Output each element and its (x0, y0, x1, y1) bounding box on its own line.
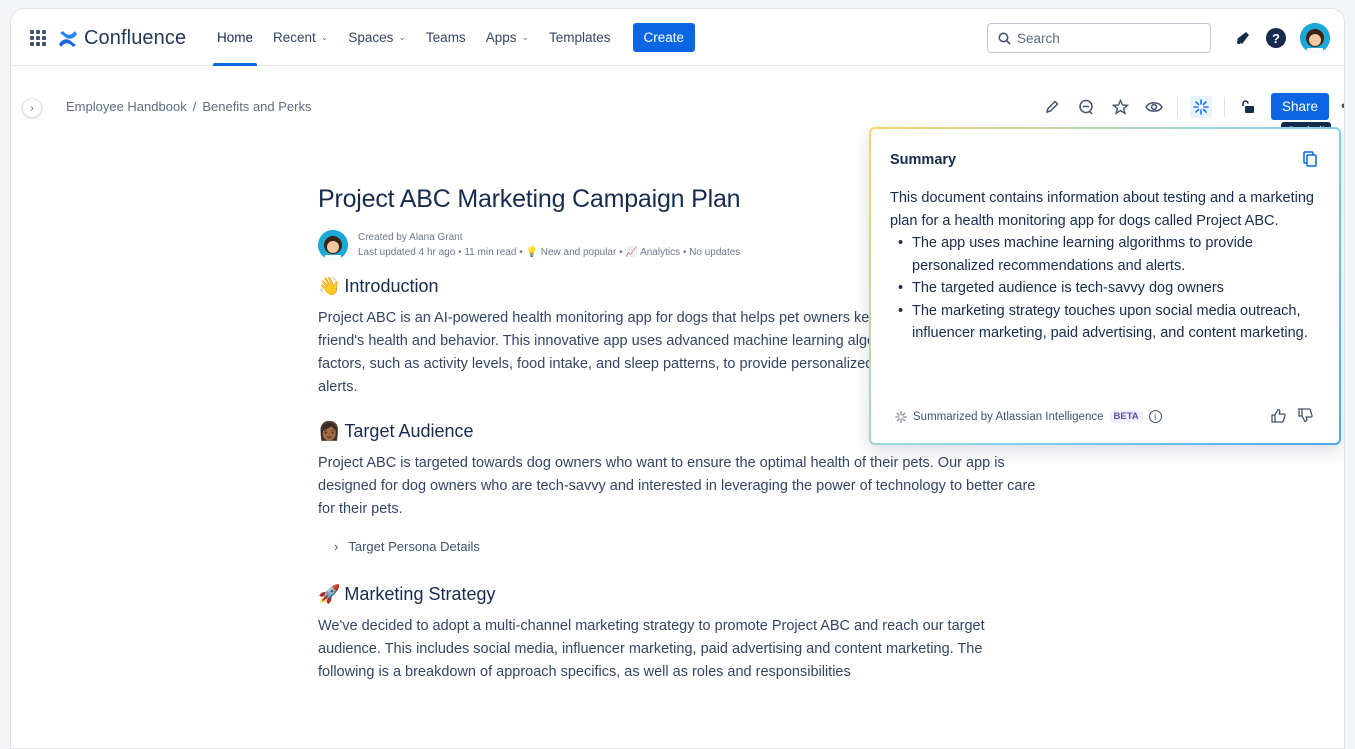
chevron-down-icon: ⌄ (521, 32, 530, 42)
section-heading-text: Marketing Strategy (344, 584, 496, 604)
info-icon[interactable]: i (1148, 410, 1162, 423)
nav-home[interactable]: Home (207, 9, 263, 66)
top-right-icons: ? (1234, 23, 1330, 53)
breadcrumb-separator: / (192, 99, 197, 114)
help-icon[interactable]: ? (1266, 28, 1286, 48)
section-marketing-strategy: 🚀 Marketing Strategy We've decided to ado… (318, 584, 1038, 684)
primary-nav: Home Recent ⌄ Spaces ⌄ Teams Apps ⌄ Templat… (207, 9, 696, 66)
nav-spaces-label: Spaces (348, 30, 394, 45)
toolbar-divider (1224, 96, 1225, 117)
summary-bullet: The targeted audience is tech-savvy dog … (898, 277, 1320, 300)
create-button[interactable]: Create (632, 23, 696, 52)
summary-bullets: The app uses machine learning algorithms… (898, 232, 1320, 345)
confluence-window: Confluence Home Recent ⌄ Spaces ⌄ Teams Ap… (10, 8, 1345, 749)
page-actions: Share ••• (1041, 93, 1344, 120)
author-avatar[interactable] (318, 230, 348, 260)
summary-bullet: The app uses machine learning algorithms… (898, 232, 1320, 277)
feedback-buttons (1271, 408, 1313, 423)
section-heading: 🚀 Marketing Strategy (318, 584, 1038, 605)
nav-recent[interactable]: Recent ⌄ (263, 9, 338, 66)
restrictions-lock-icon[interactable] (1237, 96, 1259, 118)
summary-intro: This document contains information about… (890, 190, 1314, 229)
atlassian-intelligence-icon (895, 410, 907, 423)
notifications-megaphone-icon[interactable] (1234, 29, 1252, 47)
confluence-mark-icon (59, 30, 77, 47)
summary-bullet: The marketing strategy touches upon soci… (898, 300, 1320, 345)
sidebar-expand-button[interactable]: › (22, 98, 42, 118)
nav-recent-label: Recent (273, 30, 316, 45)
byline-analytics[interactable]: Analytics (640, 247, 680, 258)
person-emoji-icon: 👩🏾 (318, 421, 341, 441)
share-button[interactable]: Share (1271, 93, 1330, 120)
nav-templates[interactable]: Templates (539, 9, 621, 66)
summary-heading: Summary (890, 152, 957, 168)
summarized-by-label: Summarized by Atlassian Intelligence (913, 410, 1104, 423)
top-navigation: Confluence Home Recent ⌄ Spaces ⌄ Teams Ap… (11, 9, 1344, 66)
expand-label: Target Persona Details (348, 539, 480, 554)
breadcrumb-space[interactable]: Employee Handbook (66, 99, 187, 114)
thumbs-up-icon[interactable] (1271, 408, 1286, 423)
thumbs-down-icon[interactable] (1298, 408, 1313, 423)
avatar-face-icon (1300, 23, 1330, 53)
summary-body: This document contains information about… (890, 187, 1320, 345)
copy-icon[interactable] (1303, 151, 1317, 172)
app-switcher-icon[interactable] (30, 30, 46, 46)
nav-apps-label: Apps (485, 30, 517, 45)
byline-updates: No updates (689, 247, 741, 258)
chevron-down-icon: ⌄ (320, 32, 329, 42)
atlassian-intelligence-icon[interactable] (1190, 95, 1212, 118)
edit-pencil-icon[interactable] (1041, 96, 1063, 118)
more-actions-icon[interactable]: ••• (1341, 98, 1344, 116)
rocket-emoji-icon: 🚀 (318, 584, 341, 604)
nav-spaces[interactable]: Spaces ⌄ (338, 9, 416, 66)
byline-meta: Last updated 4 hr ago • 11 min read • (358, 247, 526, 258)
nav-teams[interactable]: Teams (416, 9, 476, 66)
brand-name: Confluence (84, 27, 187, 49)
section-paragraph: Project ABC is targeted towards dog owne… (318, 455, 1036, 517)
section-heading-text: Target Audience (344, 421, 474, 441)
byline-created: Created by Alana Grant (358, 232, 463, 243)
ai-summary-panel: Summary This document contains informati… (869, 127, 1341, 445)
toolbar-divider (1177, 96, 1178, 117)
chevron-down-icon: ⌄ (398, 32, 406, 42)
avatar-face-icon (318, 230, 348, 260)
nav-teams-label: Teams (425, 30, 466, 45)
chevron-right-icon: › (334, 539, 339, 554)
section-paragraph: We've decided to adopt a multi-channel m… (318, 618, 985, 680)
lightbulb-icon: 💡 (525, 247, 541, 258)
waving-hand-emoji-icon: 👋 (318, 276, 341, 296)
breadcrumb: Employee Handbook / Benefits and Perks (66, 99, 311, 114)
section-heading-text: Introduction (344, 276, 439, 296)
comment-icon[interactable] (1075, 96, 1097, 118)
summary-footer: Summarized by Atlassian Intelligence BET… (895, 410, 1162, 423)
expand-target-persona[interactable]: › Target Persona Details (334, 539, 1038, 554)
star-icon[interactable] (1109, 96, 1131, 118)
nav-apps[interactable]: Apps ⌄ (476, 9, 539, 66)
byline-popular: New and popular (540, 247, 617, 258)
byline-text: Created by Alana Grant Last updated 4 hr… (358, 230, 740, 260)
beta-badge: BETA (1109, 410, 1143, 423)
breadcrumb-page[interactable]: Benefits and Perks (202, 99, 311, 114)
search-placeholder: Search (1017, 30, 1060, 46)
confluence-logo[interactable]: Confluence (58, 27, 186, 50)
search-icon (998, 32, 1011, 45)
nav-home-label: Home (217, 30, 254, 45)
watch-eye-icon[interactable] (1143, 96, 1165, 118)
byline-meta-row: Last updated 4 hr ago • 11 min read • 💡 … (358, 247, 741, 258)
search-input[interactable]: Search (987, 23, 1211, 53)
analytics-chart-icon: 📈 (625, 247, 641, 258)
user-avatar[interactable] (1300, 23, 1330, 53)
nav-templates-label: Templates (549, 30, 611, 45)
